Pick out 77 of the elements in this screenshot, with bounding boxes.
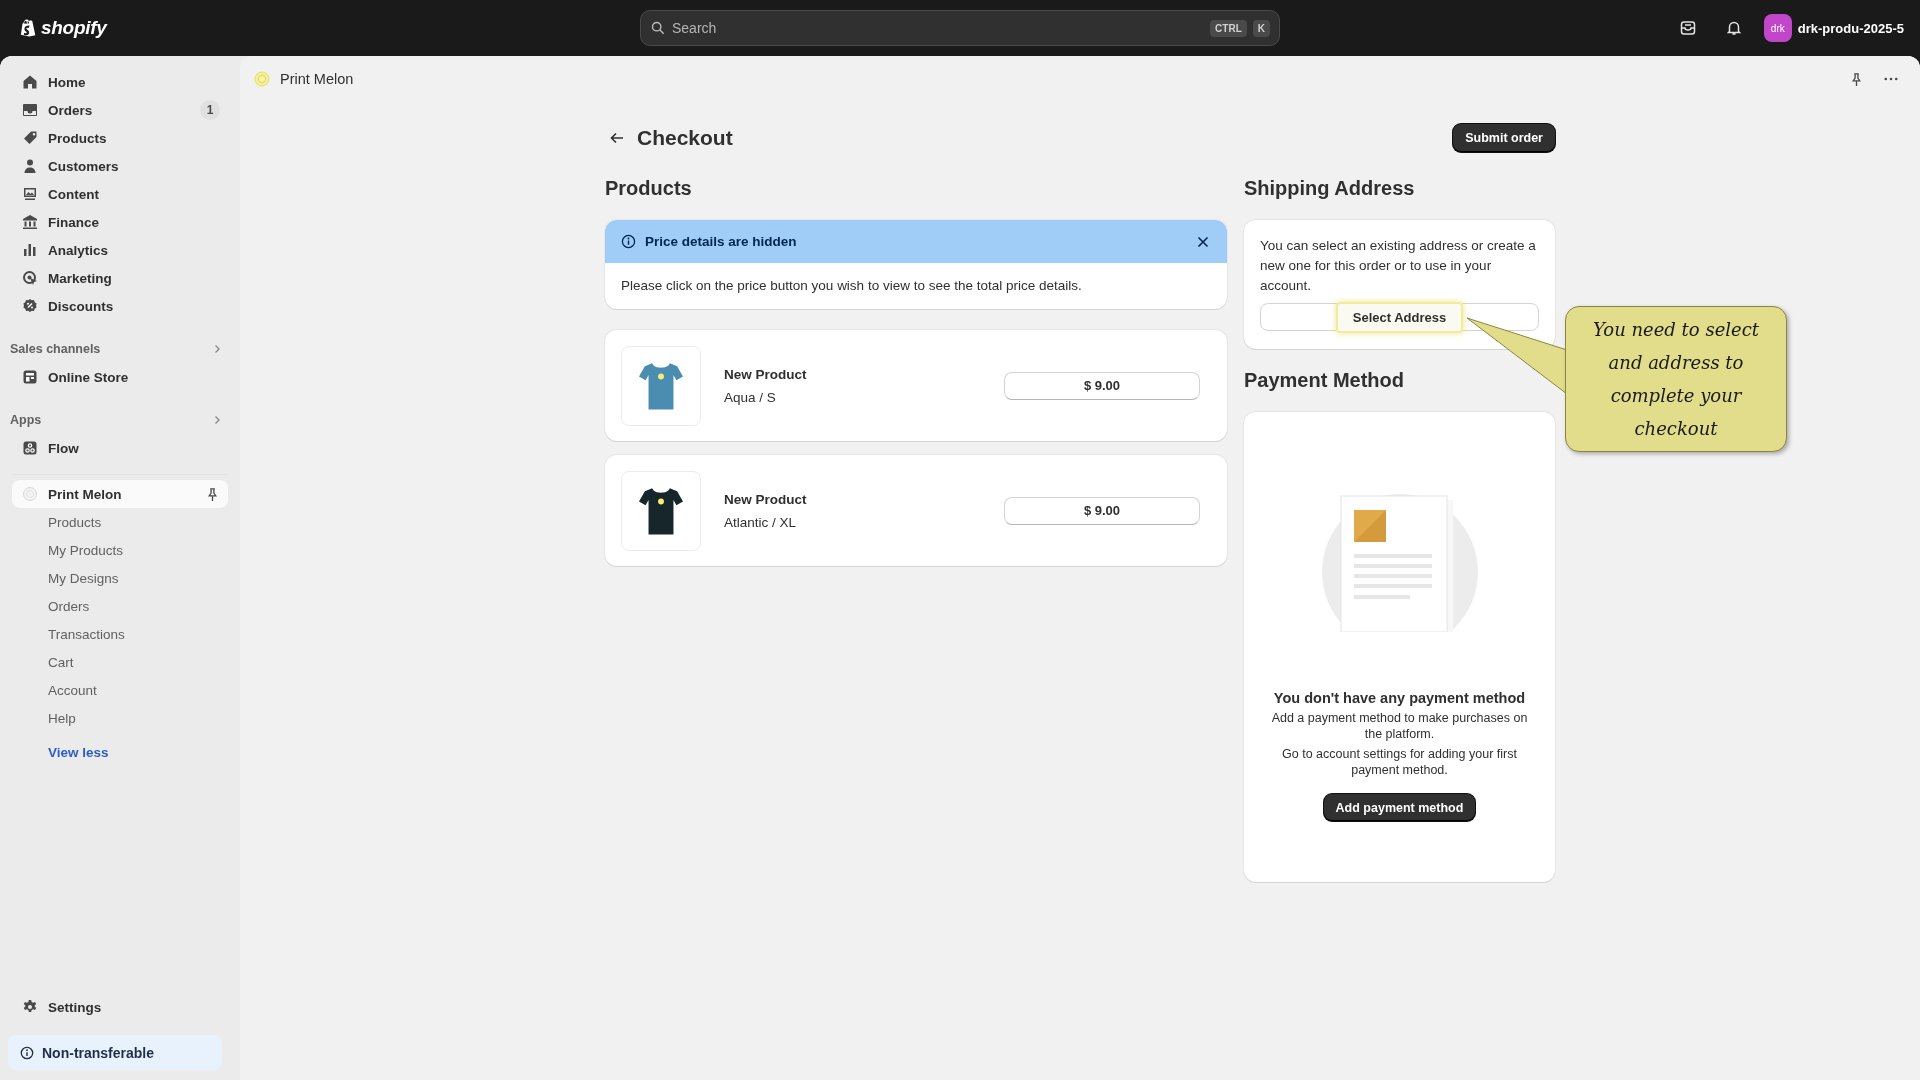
- chevron-right-icon: [212, 344, 222, 354]
- nav-item[interactable]: Orders: [12, 592, 228, 620]
- home-icon: [22, 74, 38, 90]
- pin-icon: [1849, 71, 1864, 87]
- shopping-bag-icon: [20, 18, 37, 38]
- flow-icon: [22, 440, 38, 456]
- nav-item[interactable]: Flow: [12, 434, 228, 462]
- tray-icon: [1679, 20, 1696, 36]
- image-icon: [22, 186, 38, 202]
- gear-icon: [22, 999, 38, 1015]
- nav-item[interactable]: Products: [12, 508, 228, 536]
- melon-icon: [22, 486, 38, 502]
- view-less-link[interactable]: View less: [48, 741, 109, 763]
- nav-item[interactable]: Home: [12, 68, 228, 96]
- discount-icon: [22, 298, 38, 314]
- price-button[interactable]: $ 9.00: [1004, 496, 1200, 525]
- empty-state-title: You don't have any payment method: [1273, 690, 1526, 706]
- section-header[interactable]: Apps: [10, 410, 222, 430]
- nav-item[interactable]: Marketing: [12, 264, 228, 292]
- target-icon: [22, 270, 38, 286]
- person-icon: [22, 158, 38, 174]
- section-header[interactable]: Sales channels: [10, 339, 222, 359]
- product-name: New Product: [724, 491, 808, 507]
- bell-icon: [1725, 20, 1742, 36]
- nav-item[interactable]: Online Store: [12, 363, 228, 391]
- tag-icon: [22, 130, 38, 146]
- account-menu[interactable]: drk drk-produ-2025-5: [1763, 14, 1904, 42]
- nav-item[interactable]: Transactions: [12, 620, 228, 648]
- empty-state-text: Add a payment method to make purchases on the platform.: [1270, 710, 1529, 742]
- storefront-icon: [22, 369, 38, 385]
- section-heading: Shipping Address: [1244, 175, 1416, 201]
- nav-item[interactable]: Analytics: [12, 236, 228, 264]
- info-icon: [20, 1045, 34, 1060]
- arrow-left-icon: [609, 130, 625, 146]
- pin-icon: [205, 486, 220, 502]
- banner-message: Please click on the price button you wish to view to see the total price details.: [620, 277, 1083, 295]
- nav-item[interactable]: Print Melon: [12, 480, 228, 508]
- settings-link[interactable]: Settings: [12, 993, 228, 1021]
- nav-item[interactable]: My Products: [12, 536, 228, 564]
- nav-item[interactable]: Help: [12, 704, 228, 732]
- address-description: You can select an existing address or create a new one for this order or to use in your account.: [1260, 237, 1537, 295]
- page-title: Checkout: [637, 126, 733, 150]
- nav-item[interactable]: Finance: [12, 208, 228, 236]
- callout-text: You need to select and address to complete your checkout: [1592, 318, 1760, 441]
- info-icon: [621, 234, 636, 249]
- inbox-icon: [22, 102, 38, 118]
- nav-item[interactable]: Products: [12, 124, 228, 152]
- product-variant: Atlantic / XL: [724, 514, 798, 530]
- product-name: New Product: [724, 366, 808, 382]
- banner-title: Price details are hidden: [645, 234, 798, 249]
- nav-item[interactable]: Cart: [12, 648, 228, 676]
- search-icon: [651, 21, 665, 35]
- nav-item[interactable]: Account: [12, 676, 228, 704]
- nav-item[interactable]: Orders 1: [12, 96, 228, 124]
- notice-text: Non-transferable: [42, 1044, 155, 1061]
- nav-item[interactable]: Discounts: [12, 292, 228, 320]
- melon-icon: [254, 71, 270, 87]
- select-address-button[interactable]: Select Address: [1260, 303, 1539, 331]
- chevron-right-icon: [212, 415, 222, 425]
- section-heading: Products: [605, 175, 693, 201]
- product-variant: Aqua / S: [724, 389, 777, 405]
- avatar: drk: [1763, 14, 1792, 42]
- close-icon: [1197, 235, 1209, 248]
- bank-icon: [22, 214, 38, 230]
- empty-state-text: Go to account settings for adding your first payment method.: [1281, 746, 1518, 778]
- nav-item[interactable]: My Designs: [12, 564, 228, 592]
- nav-item[interactable]: Content: [12, 180, 228, 208]
- section-heading: Payment Method: [1244, 367, 1406, 393]
- add-payment-method-button[interactable]: Add payment method: [1323, 794, 1476, 821]
- app-title: Print Melon: [280, 71, 354, 87]
- bar-chart-icon: [22, 242, 38, 258]
- price-button[interactable]: $ 9.00: [1004, 371, 1200, 400]
- more-icon: [1884, 77, 1898, 81]
- nav-item[interactable]: Customers: [12, 152, 228, 180]
- count-badge: 1: [200, 100, 220, 120]
- shopify-logo[interactable]: shopify: [20, 17, 320, 39]
- submit-order-button[interactable]: Submit order: [1453, 124, 1555, 152]
